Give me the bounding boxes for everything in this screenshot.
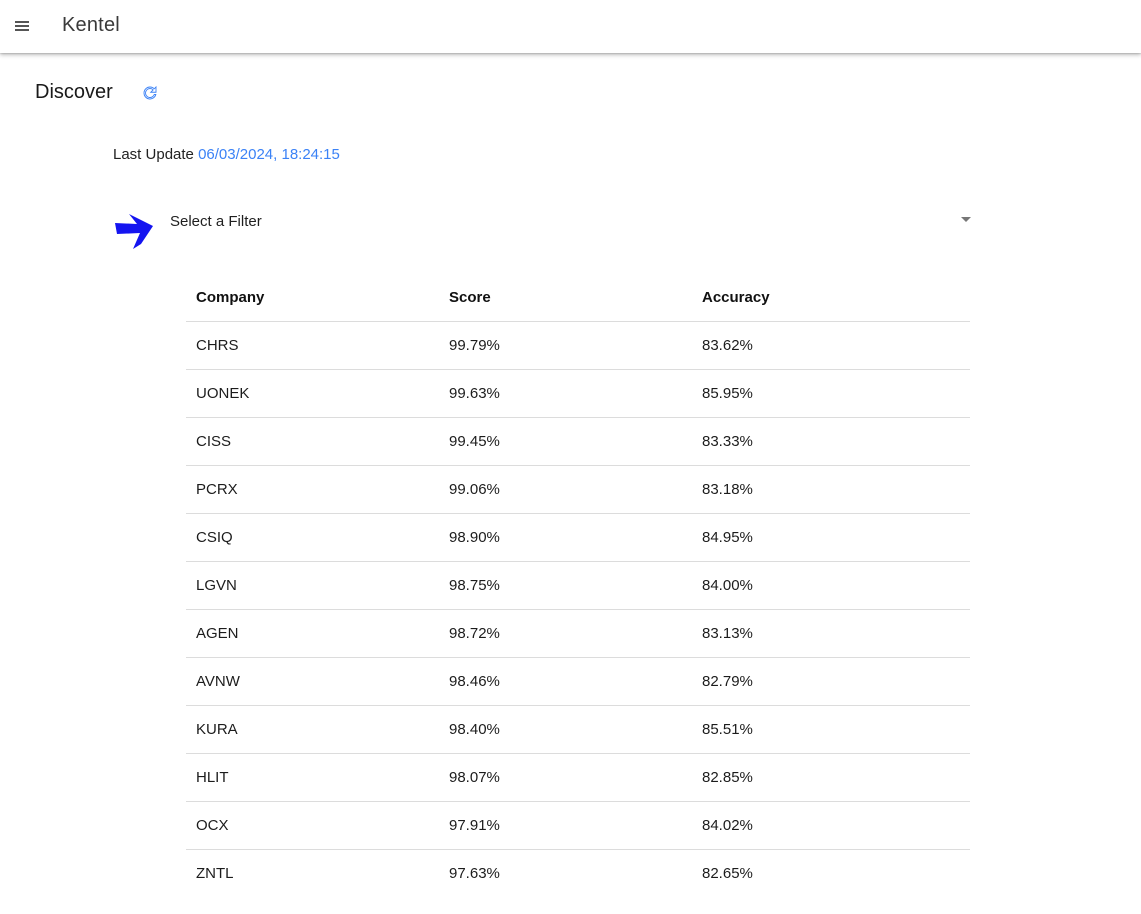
last-update-label: Last Update	[113, 146, 194, 163]
column-header-accuracy[interactable]: Accuracy	[692, 274, 970, 322]
column-header-score[interactable]: Score	[439, 274, 692, 322]
filter-select[interactable]: Select a Filter	[113, 206, 971, 252]
table-row[interactable]: HLIT 98.07% 82.85%	[186, 753, 970, 802]
accuracy-cell: 85.95%	[692, 369, 970, 418]
app-title: Kentel	[62, 14, 120, 36]
accuracy-cell: 82.85%	[692, 753, 970, 802]
score-cell: 98.72%	[439, 609, 692, 658]
score-cell: 99.79%	[439, 321, 692, 370]
score-cell: 98.40%	[439, 705, 692, 754]
company-cell: PCRX	[186, 465, 439, 514]
company-cell: LGVN	[186, 561, 439, 610]
accuracy-cell: 83.33%	[692, 417, 970, 466]
score-cell: 98.46%	[439, 657, 692, 706]
table-row[interactable]: UONEK 99.63% 85.95%	[186, 369, 970, 418]
accuracy-cell: 83.18%	[692, 465, 970, 514]
last-update-timestamp: 06/03/2024, 18:24:15	[198, 146, 340, 163]
accuracy-cell: 82.65%	[702, 865, 753, 882]
table-row[interactable]: OCX 97.91% 84.02%	[186, 801, 970, 850]
accuracy-cell: 84.02%	[692, 801, 970, 850]
company-cell: UONEK	[186, 369, 439, 418]
table-header-row: Company Score Accuracy	[186, 274, 970, 322]
accuracy-cell: 84.00%	[692, 561, 970, 610]
menu-icon[interactable]	[14, 18, 30, 34]
table-row[interactable]: ZNTL 97.63% 82.65%	[186, 850, 970, 898]
company-cell: CSIQ	[186, 513, 439, 562]
score-cell: 97.63%	[449, 865, 500, 882]
results-table: Company Score Accuracy CHRS 99.79% 83.62…	[186, 274, 970, 897]
column-header-company[interactable]: Company	[186, 274, 439, 322]
accuracy-cell: 83.13%	[692, 609, 970, 658]
score-cell: 98.75%	[439, 561, 692, 610]
accuracy-cell: 82.79%	[692, 657, 970, 706]
filter-arrow-icon	[113, 212, 157, 250]
company-cell: CISS	[186, 417, 439, 466]
score-cell: 98.07%	[439, 753, 692, 802]
table-row[interactable]: KURA 98.40% 85.51%	[186, 705, 970, 754]
page-title: Discover	[35, 81, 113, 103]
score-cell: 99.45%	[439, 417, 692, 466]
company-cell: ZNTL	[196, 865, 234, 882]
company-cell: HLIT	[186, 753, 439, 802]
table-row[interactable]: CISS 99.45% 83.33%	[186, 417, 970, 466]
table-row[interactable]: AVNW 98.46% 82.79%	[186, 657, 970, 706]
accuracy-cell: 84.95%	[692, 513, 970, 562]
table-row[interactable]: PCRX 99.06% 83.18%	[186, 465, 970, 514]
score-cell: 99.06%	[439, 465, 692, 514]
score-cell: 99.63%	[439, 369, 692, 418]
accuracy-cell: 83.62%	[692, 321, 970, 370]
company-cell: KURA	[186, 705, 439, 754]
filter-placeholder: Select a Filter	[170, 213, 262, 230]
score-cell: 97.91%	[439, 801, 692, 850]
table-row[interactable]: CSIQ 98.90% 84.95%	[186, 513, 970, 562]
last-update: Last Update 06/03/2024, 18:24:15	[113, 146, 340, 163]
company-cell: CHRS	[186, 321, 439, 370]
table-row[interactable]: CHRS 99.79% 83.62%	[186, 321, 970, 370]
chevron-down-icon[interactable]	[961, 217, 971, 222]
app-bar: Kentel	[0, 0, 1141, 53]
company-cell: AVNW	[186, 657, 439, 706]
company-cell: AGEN	[186, 609, 439, 658]
table-row[interactable]: LGVN 98.75% 84.00%	[186, 561, 970, 610]
accuracy-cell: 85.51%	[692, 705, 970, 754]
refresh-icon[interactable]	[141, 84, 159, 102]
score-cell: 98.90%	[439, 513, 692, 562]
table-row[interactable]: AGEN 98.72% 83.13%	[186, 609, 970, 658]
company-cell: OCX	[186, 801, 439, 850]
